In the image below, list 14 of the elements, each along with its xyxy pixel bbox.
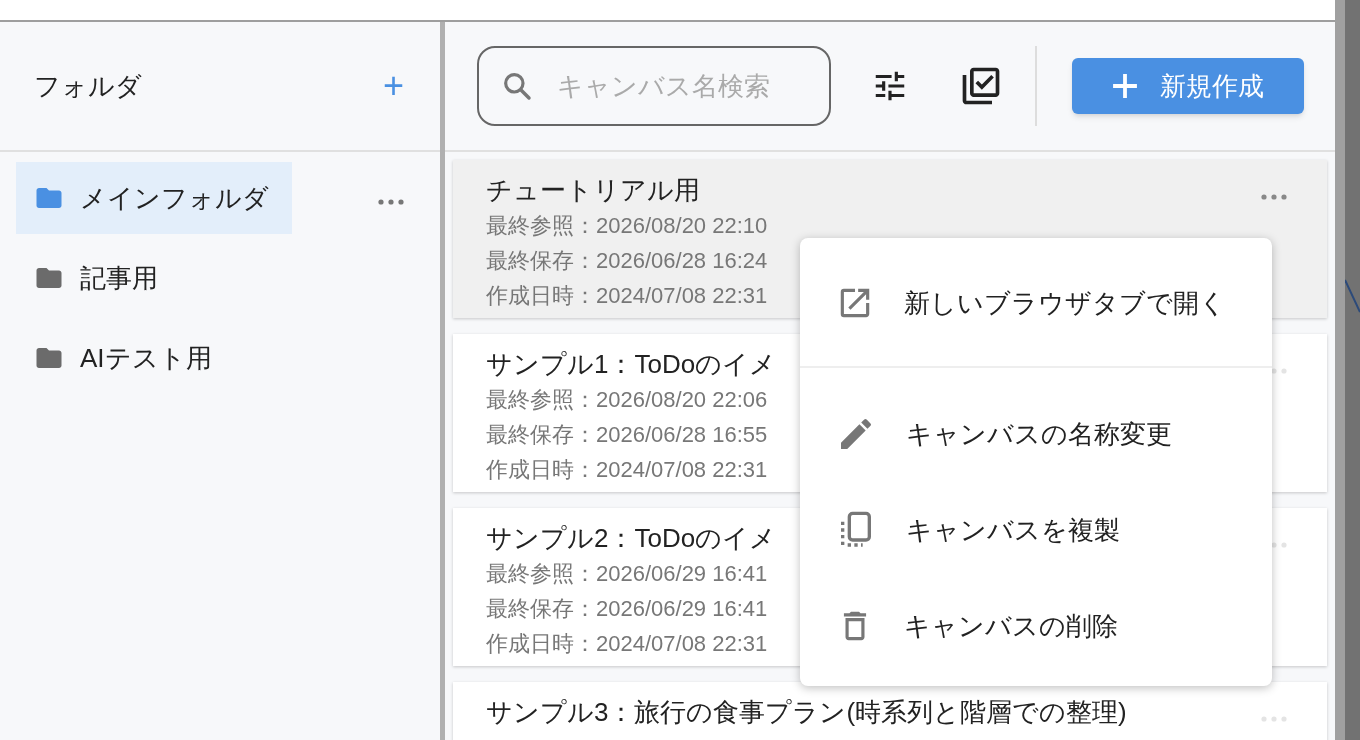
canvas-meta: 最終参照：2026/06/29 16:41 [486,560,768,588]
canvas-meta: 作成日時：2024/07/08 22:31 [486,456,768,484]
canvas-meta: 最終保存：2026/06/28 16:55 [486,421,768,449]
canvas-title: サンプル3：旅行の食事プラン(時系列と階層での整理) [486,696,1127,729]
canvas-title: サンプル2：ToDoのイメ [486,522,777,555]
canvas-meta: 最終参照：2026/08/20 22:06 [486,386,768,414]
canvas-title: サンプル1：ToDoのイメ [486,348,777,381]
sidebar-title: フォルダ [34,69,142,103]
canvas-meta: 最終保存：2026/06/28 16:24 [486,247,768,275]
canvas-meta: 最終参照：2026/08/20 22:10 [486,212,768,240]
canvas-title: チュートリアル用 [486,174,700,207]
canvas-meta: 作成日時：2024/07/08 22:31 [486,630,768,658]
canvas-meta: 作成日時：2024/07/08 22:31 [486,282,768,310]
canvas-meta: 最終保存：2026/06/29 16:41 [486,595,768,623]
